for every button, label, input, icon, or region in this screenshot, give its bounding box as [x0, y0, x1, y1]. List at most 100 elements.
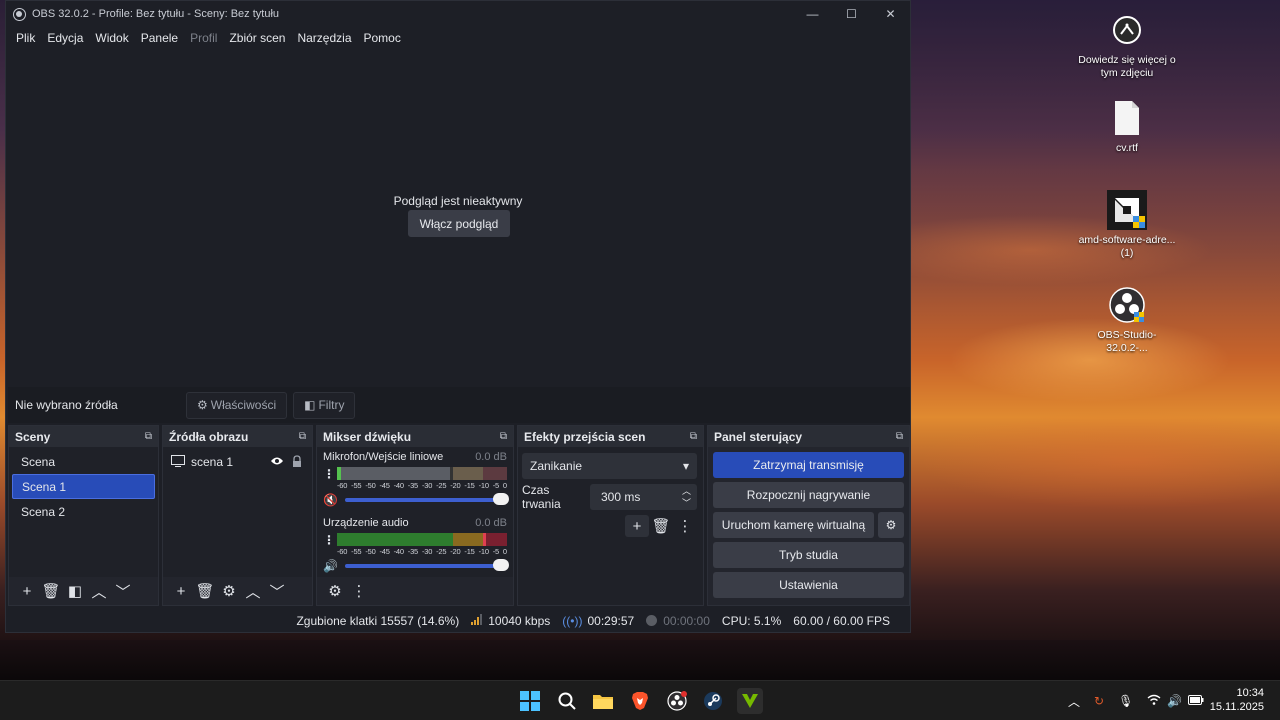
transitions-dock-title: Efekty przejścia scen [524, 429, 646, 444]
settings-button[interactable]: Ustawienia [713, 572, 904, 598]
start-recording-button[interactable]: Rozpocznij nagrywanie [713, 482, 904, 508]
add-scene-icon[interactable]: + [15, 580, 39, 602]
slider-knob[interactable] [493, 493, 509, 505]
windows-start-icon[interactable] [517, 688, 543, 714]
taskbar: ︿ ↻ 🎙 🔊 10:34 15.11.2025 [0, 680, 1280, 720]
channel-db: 0.0 dB [475, 451, 507, 463]
volume-meter [337, 467, 507, 480]
trash-icon[interactable]: 🗑 [649, 515, 673, 537]
more-options-icon[interactable]: ⋮ [347, 580, 371, 602]
amd-tray-icon[interactable]: ↻ [1094, 694, 1104, 708]
clock[interactable]: 10:34 15.11.2025 [1210, 686, 1264, 714]
more-options-icon[interactable]: ⋮ [673, 515, 697, 537]
sources-dock: Źródła obrazu ⧉ scena 1 + 🗑 ⚙ ︿ ﹀ [162, 425, 313, 606]
sources-list: scena 1 [163, 447, 312, 577]
transition-select[interactable]: Zanikanie ▾ [522, 453, 697, 479]
duration-spinbox[interactable]: 300 ms ︿ ﹀ [590, 484, 697, 510]
mixer-dock-header: Mikser dźwięku ⧉ [317, 426, 513, 447]
undock-icon[interactable]: ⧉ [299, 431, 306, 442]
wallpaper-ground [0, 640, 1280, 680]
brave-browser-icon[interactable] [627, 688, 653, 714]
undock-icon[interactable]: ⧉ [690, 431, 697, 442]
move-down-icon[interactable]: ﹀ [265, 580, 289, 602]
gear-icon[interactable]: ⚙ [217, 580, 241, 602]
desktop-icon-cv[interactable]: cv.rtf [1077, 98, 1177, 155]
volume-slider[interactable] [345, 559, 509, 571]
menu-help[interactable]: Pomoc [358, 31, 407, 45]
advanced-audio-icon[interactable]: ⚙ [323, 580, 347, 602]
microphone-icon[interactable]: 🎙 [1118, 694, 1133, 708]
file-explorer-icon[interactable] [590, 688, 616, 714]
move-up-icon[interactable]: ︿ [87, 580, 111, 602]
trash-icon[interactable]: 🗑 [39, 580, 63, 602]
virtual-camera-settings-icon[interactable]: ⚙ [878, 512, 904, 538]
menu-file[interactable]: Plik [10, 31, 41, 45]
menu-docks[interactable]: Panele [135, 31, 184, 45]
controls-dock: Panel sterujący ⧉ Zatrzymaj transmisję R… [707, 425, 910, 606]
volume-icon[interactable]: 🔊 [1167, 694, 1182, 708]
undock-icon[interactable]: ⧉ [500, 431, 507, 442]
menu-view[interactable]: Widok [89, 31, 134, 45]
channel-name: Mikrofon/Wejście liniowe [323, 451, 444, 463]
chevron-up-icon[interactable]: ︿ [1068, 693, 1080, 710]
add-transition-icon[interactable]: + [625, 515, 649, 537]
menu-profile[interactable]: Profil [184, 31, 223, 45]
obs-installer-icon [1107, 285, 1147, 325]
muted-speaker-icon[interactable]: 🔇 [323, 493, 338, 507]
menu-scene-collection[interactable]: Zbiór scen [223, 31, 291, 45]
trash-icon[interactable]: 🗑 [193, 580, 217, 602]
close-button[interactable]: ✕ [871, 1, 910, 27]
enable-preview-button[interactable]: Włącz podgląd [408, 210, 510, 237]
filters-button[interactable]: ◧ Filtry [293, 391, 356, 419]
speaker-icon[interactable]: 🔊 [323, 559, 338, 573]
sources-toolbar: + 🗑 ⚙ ︿ ﹀ [163, 577, 312, 605]
channel-menu-icon[interactable]: ⋮ [323, 533, 335, 547]
search-icon[interactable] [554, 688, 580, 714]
scene-filters-icon[interactable]: ◧ [63, 580, 87, 602]
streaming-icon: ((•)) [562, 613, 583, 628]
channel-name: Urządzenie audio [323, 517, 409, 529]
transitions-dock-header: Efekty przejścia scen ⧉ [518, 426, 703, 447]
add-source-icon[interactable]: + [169, 580, 193, 602]
lock-icon[interactable] [292, 454, 302, 470]
scenes-dock-header: Sceny ⧉ [9, 426, 158, 447]
preview-area[interactable]: Podgląd jest nieaktywny Włącz podgląd [6, 51, 910, 386]
steam-icon[interactable] [700, 688, 726, 714]
undock-icon[interactable]: ⧉ [145, 431, 152, 442]
system-tray: ︿ ↻ 🎙 🔊 [1068, 681, 1204, 720]
scene-item[interactable]: Scena 2 [12, 499, 155, 524]
battery-icon[interactable] [1188, 694, 1204, 708]
bitrate-indicator: 10040 kbps [471, 613, 550, 628]
title-bar[interactable]: OBS 32.0.2 - Profile: Bez tytułu - Sceny… [6, 1, 910, 27]
undock-icon[interactable]: ⧉ [896, 431, 903, 442]
move-down-icon[interactable]: ﹀ [111, 580, 135, 602]
obs-taskbar-icon[interactable] [664, 688, 690, 714]
nvidia-app-icon[interactable] [737, 688, 763, 714]
start-virtual-camera-button[interactable]: Uruchom kamerę wirtualną [713, 512, 874, 538]
menu-edit[interactable]: Edycja [41, 31, 89, 45]
desktop-icon-label: cv.rtf [1116, 142, 1138, 154]
desktop-icon-amd[interactable]: amd-software-adre... (1) [1077, 190, 1177, 260]
dock-area: Sceny ⧉ Scena Scena 1 Scena 2 + 🗑 ◧ ︿ ﹀ … [6, 425, 910, 606]
menu-tools[interactable]: Narzędzia [291, 31, 357, 45]
visibility-eye-icon[interactable] [270, 455, 284, 469]
desktop-icon-label: amd-software-adre... (1) [1078, 234, 1176, 259]
scene-item[interactable]: Scena [12, 449, 155, 474]
channel-menu-icon[interactable]: ⋮ [323, 467, 335, 481]
studio-mode-button[interactable]: Tryb studia [713, 542, 904, 568]
desktop-icon-obs[interactable]: OBS-Studio-32.0.2-... [1077, 285, 1177, 355]
minimize-button[interactable]: — [793, 1, 832, 27]
desktop-icon-spotlight[interactable]: Dowiedz się więcej o tym zdjęciu [1077, 10, 1177, 80]
wifi-icon[interactable] [1147, 694, 1161, 708]
spin-arrows-icon[interactable]: ︿ ﹀ [682, 485, 691, 509]
mixer-channel-desktop: Urządzenie audio 0.0 dB ⋮ -60 -55 -50 -4… [317, 509, 513, 575]
volume-slider[interactable] [345, 493, 509, 505]
stop-stream-button[interactable]: Zatrzymaj transmisję [713, 452, 904, 478]
slider-knob[interactable] [493, 559, 509, 571]
maximize-button[interactable]: ☐ [832, 1, 871, 27]
record-timer: 00:00:00 [646, 614, 710, 628]
move-up-icon[interactable]: ︿ [241, 580, 265, 602]
source-item[interactable]: scena 1 [163, 449, 312, 475]
scene-item-selected[interactable]: Scena 1 [12, 474, 155, 499]
properties-button[interactable]: ⚙ Właściwości [186, 391, 288, 419]
